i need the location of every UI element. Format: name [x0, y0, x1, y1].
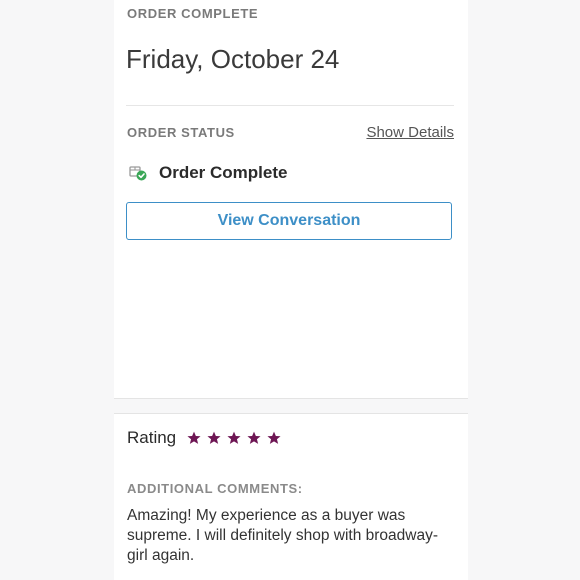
- right-gutter: [468, 0, 580, 580]
- order-date-title: Friday, October 24: [126, 44, 340, 74]
- star-icon: [206, 430, 222, 446]
- star-icon: [226, 430, 242, 446]
- order-status-text: Order Complete: [159, 163, 288, 182]
- left-gutter: [0, 0, 114, 580]
- show-details-link[interactable]: Show Details: [366, 124, 454, 141]
- screen: ORDER COMPLETE Friday, October 24 ORDER …: [0, 0, 580, 580]
- additional-comments-text: Amazing! My experience as a buyer was su…: [127, 507, 438, 564]
- star-icon: [186, 430, 202, 446]
- view-conversation-button[interactable]: View Conversation: [126, 202, 452, 240]
- order-status-label: ORDER STATUS: [127, 125, 235, 140]
- rating-label: Rating: [127, 428, 177, 447]
- star-icon: [266, 430, 282, 446]
- rating-row: Rating: [127, 428, 286, 448]
- additional-comments-label: ADDITIONAL COMMENTS:: [127, 481, 303, 496]
- package-check-icon: [128, 163, 148, 183]
- divider: [126, 105, 454, 106]
- star-icon: [246, 430, 262, 446]
- order-complete-eyebrow: ORDER COMPLETE: [127, 6, 259, 21]
- section-separator: [114, 398, 468, 414]
- rating-stars: [186, 430, 286, 446]
- order-status-row: Order Complete: [128, 163, 287, 183]
